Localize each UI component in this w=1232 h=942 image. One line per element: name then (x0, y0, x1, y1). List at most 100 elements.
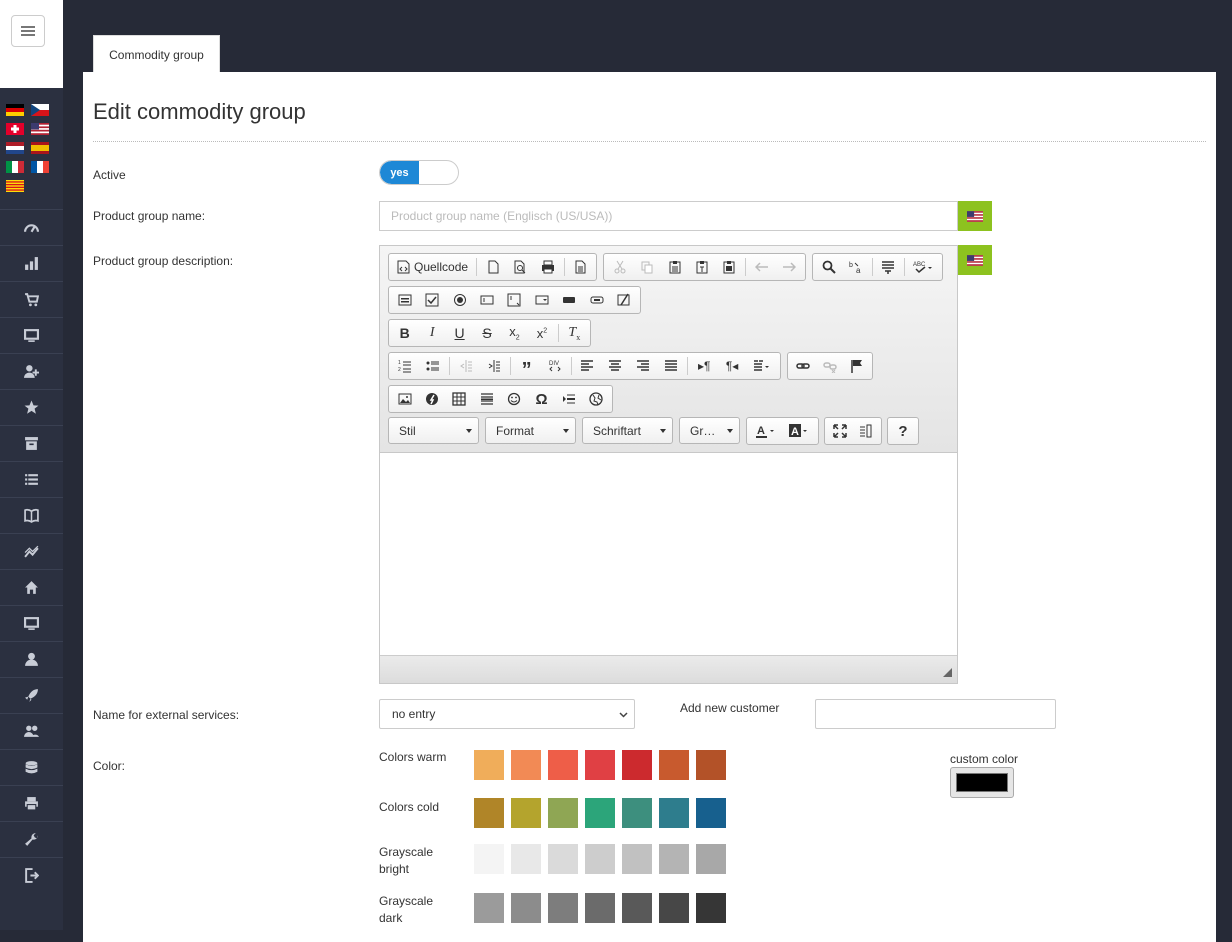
sidebar-item-logout[interactable] (0, 857, 63, 893)
flash-button[interactable] (418, 387, 445, 411)
hidden-field-button[interactable] (611, 288, 638, 312)
anchor-button[interactable] (843, 354, 870, 378)
paste-text-button[interactable] (688, 255, 715, 279)
color-swatch[interactable] (696, 750, 726, 780)
print-button[interactable] (534, 255, 562, 279)
color-swatch[interactable] (696, 844, 726, 874)
radio-button[interactable] (446, 288, 473, 312)
color-swatch[interactable] (548, 750, 578, 780)
tab-commodity-group[interactable]: Commodity group (93, 35, 220, 73)
sidebar-item-cart[interactable] (0, 281, 63, 317)
sidebar-item-book[interactable] (0, 497, 63, 533)
blockquote-button[interactable]: ” (513, 354, 541, 381)
sidebar-item-display[interactable] (0, 605, 63, 641)
flag-it-icon[interactable] (6, 161, 24, 173)
button-field-button[interactable] (556, 288, 583, 312)
color-swatch[interactable] (659, 893, 689, 923)
paste-button[interactable] (661, 255, 688, 279)
color-swatch[interactable] (511, 750, 541, 780)
checkbox-button[interactable] (418, 288, 445, 312)
page-break-button[interactable] (555, 387, 582, 411)
horizontal-rule-button[interactable] (473, 387, 500, 411)
color-swatch[interactable] (585, 750, 615, 780)
select-field-button[interactable] (528, 288, 555, 312)
table-button[interactable] (446, 387, 473, 411)
background-color-button[interactable]: A (783, 419, 817, 443)
align-right-button[interactable] (629, 354, 657, 378)
underline-button[interactable]: U (446, 321, 473, 345)
image-button[interactable] (391, 387, 418, 411)
strikethrough-button[interactable]: S (473, 321, 500, 345)
source-button[interactable]: Quellcode (391, 255, 474, 279)
color-swatch[interactable] (622, 798, 652, 828)
flag-nl-icon[interactable] (6, 142, 24, 154)
select-all-button[interactable] (875, 255, 902, 279)
description-language-button[interactable] (958, 245, 992, 275)
format-combo[interactable]: Format (485, 417, 576, 444)
bullet-list-button[interactable] (419, 354, 447, 378)
color-swatch[interactable] (511, 798, 541, 828)
color-swatch[interactable] (585, 798, 615, 828)
div-button[interactable]: DIV (541, 354, 569, 378)
replace-button[interactable]: ba (842, 255, 869, 279)
color-swatch[interactable] (474, 750, 504, 780)
preview-button[interactable] (507, 255, 535, 279)
size-combo[interactable]: Gr… (679, 417, 740, 444)
color-swatch[interactable] (659, 750, 689, 780)
help-button[interactable]: ? (890, 419, 916, 443)
link-button[interactable] (790, 354, 817, 378)
justify-button[interactable] (657, 354, 685, 378)
numbered-list-button[interactable]: 12 (391, 354, 419, 378)
flag-us-icon[interactable] (31, 123, 49, 135)
sidebar-item-list[interactable] (0, 461, 63, 497)
new-page-button[interactable] (479, 255, 507, 279)
color-swatch[interactable] (585, 844, 615, 874)
style-combo[interactable]: Stil (388, 417, 479, 444)
color-swatch[interactable] (474, 893, 504, 923)
sidebar-item-add-user[interactable] (0, 353, 63, 389)
editor-content-area[interactable] (380, 454, 957, 655)
spellcheck-button[interactable]: ABC (907, 255, 940, 279)
sidebar-item-rocket[interactable] (0, 677, 63, 713)
sidebar-item-archive[interactable] (0, 425, 63, 461)
subscript-button[interactable]: x2 (501, 321, 528, 345)
flag-es-icon[interactable] (31, 142, 49, 154)
external-services-select[interactable]: no entry (379, 699, 635, 729)
sidebar-item-monitor[interactable] (0, 317, 63, 353)
indent-button[interactable] (480, 354, 508, 378)
show-blocks-button[interactable] (853, 419, 879, 443)
sidebar-item-user[interactable] (0, 641, 63, 677)
color-swatch[interactable] (622, 893, 652, 923)
custom-color-picker[interactable] (950, 767, 1014, 798)
flag-ch-icon[interactable] (6, 123, 24, 135)
color-swatch[interactable] (659, 798, 689, 828)
color-swatch[interactable] (511, 893, 541, 923)
color-swatch[interactable] (548, 893, 578, 923)
sidebar-item-star[interactable] (0, 389, 63, 425)
font-combo[interactable]: Schriftart (582, 417, 673, 444)
iframe-button[interactable] (583, 387, 610, 411)
copy-button[interactable] (633, 255, 660, 279)
bold-button[interactable]: B (391, 321, 418, 345)
templates-button[interactable] (567, 255, 595, 279)
align-center-button[interactable] (601, 354, 629, 378)
text-color-button[interactable]: A (749, 419, 783, 443)
sidebar-item-users[interactable] (0, 713, 63, 749)
undo-button[interactable] (748, 255, 775, 279)
align-left-button[interactable] (574, 354, 602, 378)
active-toggle[interactable]: yes (379, 160, 459, 185)
name-language-button[interactable] (958, 201, 992, 231)
sidebar-item-wrench[interactable] (0, 821, 63, 857)
find-button[interactable] (815, 255, 842, 279)
color-swatch[interactable] (622, 844, 652, 874)
resize-grip-icon[interactable] (943, 668, 952, 677)
superscript-button[interactable]: x2 (528, 321, 555, 345)
textarea-button[interactable] (501, 288, 528, 312)
color-swatch[interactable] (511, 844, 541, 874)
special-char-button[interactable]: Ω (528, 387, 555, 411)
sidebar-item-dashboard[interactable] (0, 209, 63, 245)
redo-button[interactable] (776, 255, 803, 279)
color-swatch[interactable] (696, 798, 726, 828)
product-group-name-input[interactable] (379, 201, 958, 231)
sidebar-item-printer[interactable] (0, 785, 63, 821)
